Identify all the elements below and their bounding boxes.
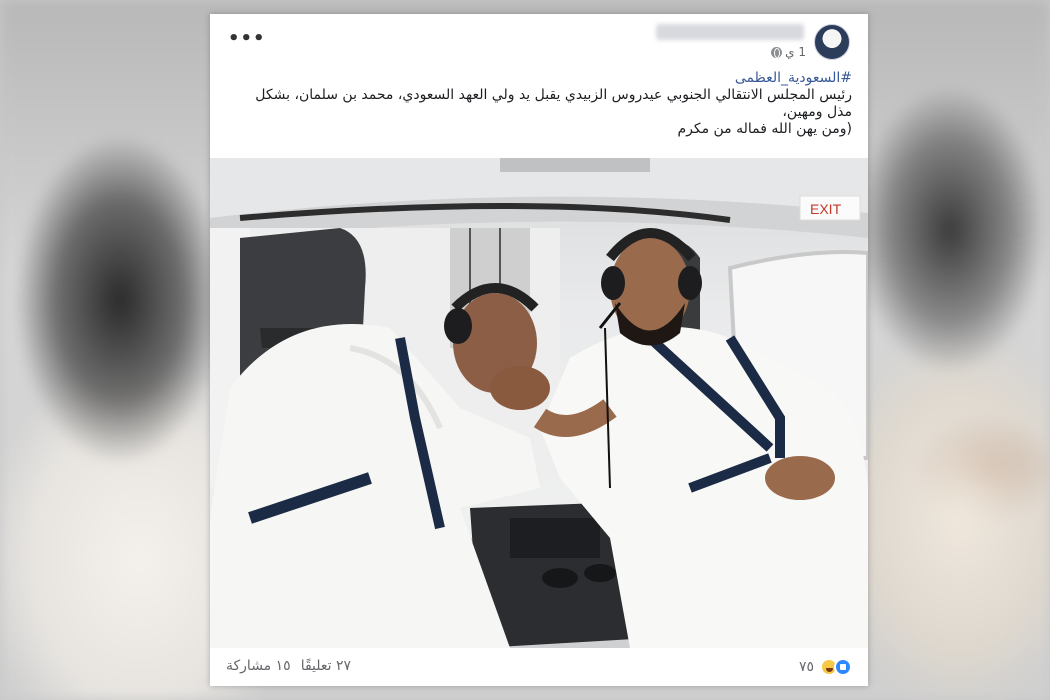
comments-count[interactable]: ٢٧ تعليقًا: [301, 658, 351, 674]
engagement-counts: ٢٧ تعليقًا ١٥ مشاركة: [226, 658, 351, 674]
post-body-line-2: مذل ومهين،: [782, 104, 852, 120]
like-reaction-icon: [834, 658, 852, 676]
hashtag-link[interactable]: #السعودية_العظمى: [232, 70, 852, 87]
post-footer: ٢٧ تعليقًا ١٥ مشاركة ٧٥: [210, 648, 868, 686]
post-time[interactable]: 1 ي: [785, 45, 806, 59]
post-meta: 1 ي: [771, 45, 806, 59]
post-body-line-3: (ومن يهن الله فماله من مكرم: [677, 121, 852, 137]
post-photo[interactable]: EXIT: [210, 158, 868, 648]
post-body-line-1: رئيس المجلس الانتقالي الجنوبي عيدروس الز…: [255, 87, 852, 103]
more-options-icon[interactable]: •••: [228, 30, 266, 48]
exit-sign-text: EXIT: [810, 201, 842, 217]
globe-icon: [771, 46, 783, 58]
author-name-redacted[interactable]: [656, 24, 804, 40]
facebook-post-card: ••• 1 ي #السعودية_العظمى رئيس المجلس الا…: [210, 14, 868, 686]
reactions-summary[interactable]: ٧٥: [799, 658, 852, 676]
avatar[interactable]: [814, 24, 850, 60]
helicopter-cabin-photo: EXIT: [210, 158, 868, 648]
post-header: ••• 1 ي: [210, 14, 868, 72]
shares-count[interactable]: ١٥ مشاركة: [226, 658, 291, 674]
reaction-count: ٧٥: [798, 659, 814, 675]
post-text: #السعودية_العظمى رئيس المجلس الانتقالي ا…: [232, 70, 852, 138]
